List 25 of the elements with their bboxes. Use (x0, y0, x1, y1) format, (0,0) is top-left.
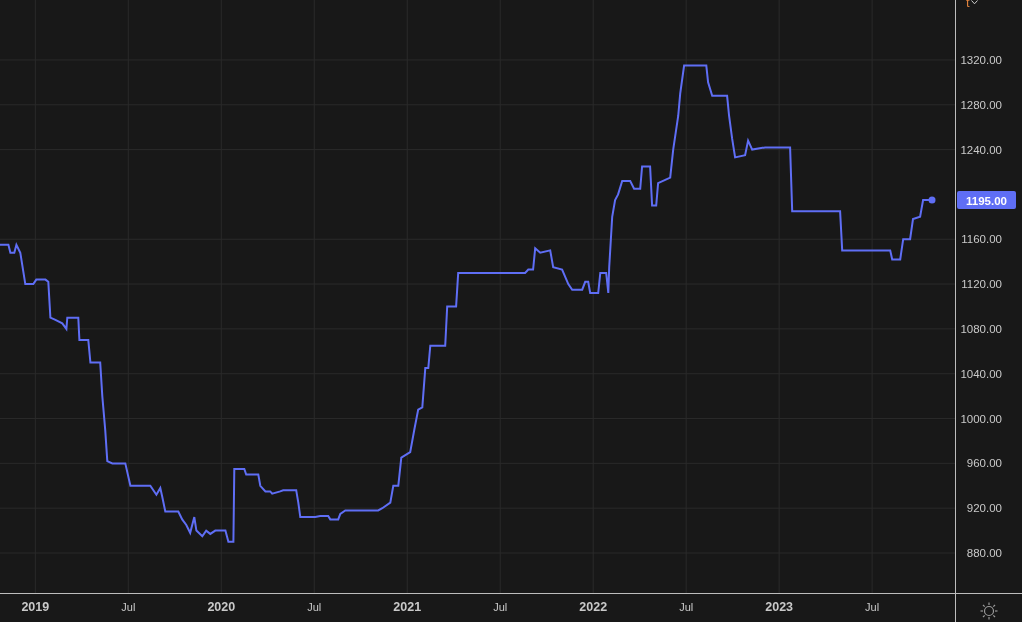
axis-label: 1240.00 (960, 143, 1002, 156)
axis-label: 1160.00 (961, 233, 1002, 246)
caret-icon (970, 0, 978, 5)
axis-label: Jul (121, 601, 136, 613)
last-price-dot (928, 196, 936, 204)
axis-label: 920.00 (966, 502, 1002, 515)
sun-icon (980, 601, 998, 620)
axis-label: 960.00 (966, 457, 1002, 470)
axis-label: 1000.00 (960, 412, 1002, 425)
axis-label: 1080.00 (960, 322, 1002, 335)
axis-label: 2020 (207, 600, 236, 614)
axis-label: Jul (307, 601, 322, 613)
axis-label: 1120.00 (961, 278, 1002, 291)
axis-label: Jul (679, 601, 694, 613)
axis-label: 2022 (579, 600, 608, 614)
axis-label: 2019 (21, 600, 50, 614)
axis-label: 2021 (393, 600, 422, 614)
axis-label: 1040.00 (960, 367, 1002, 380)
axis-label: 2023 (765, 600, 794, 614)
axis-label: 1320.00 (960, 53, 1002, 66)
axis-label: Jul (865, 601, 880, 613)
axis-label: Jul (493, 601, 508, 613)
axis-label: 880.00 (966, 547, 1002, 559)
price-label: 1195.00 (957, 191, 1016, 209)
axis-label: 1280.00 (960, 98, 1002, 111)
